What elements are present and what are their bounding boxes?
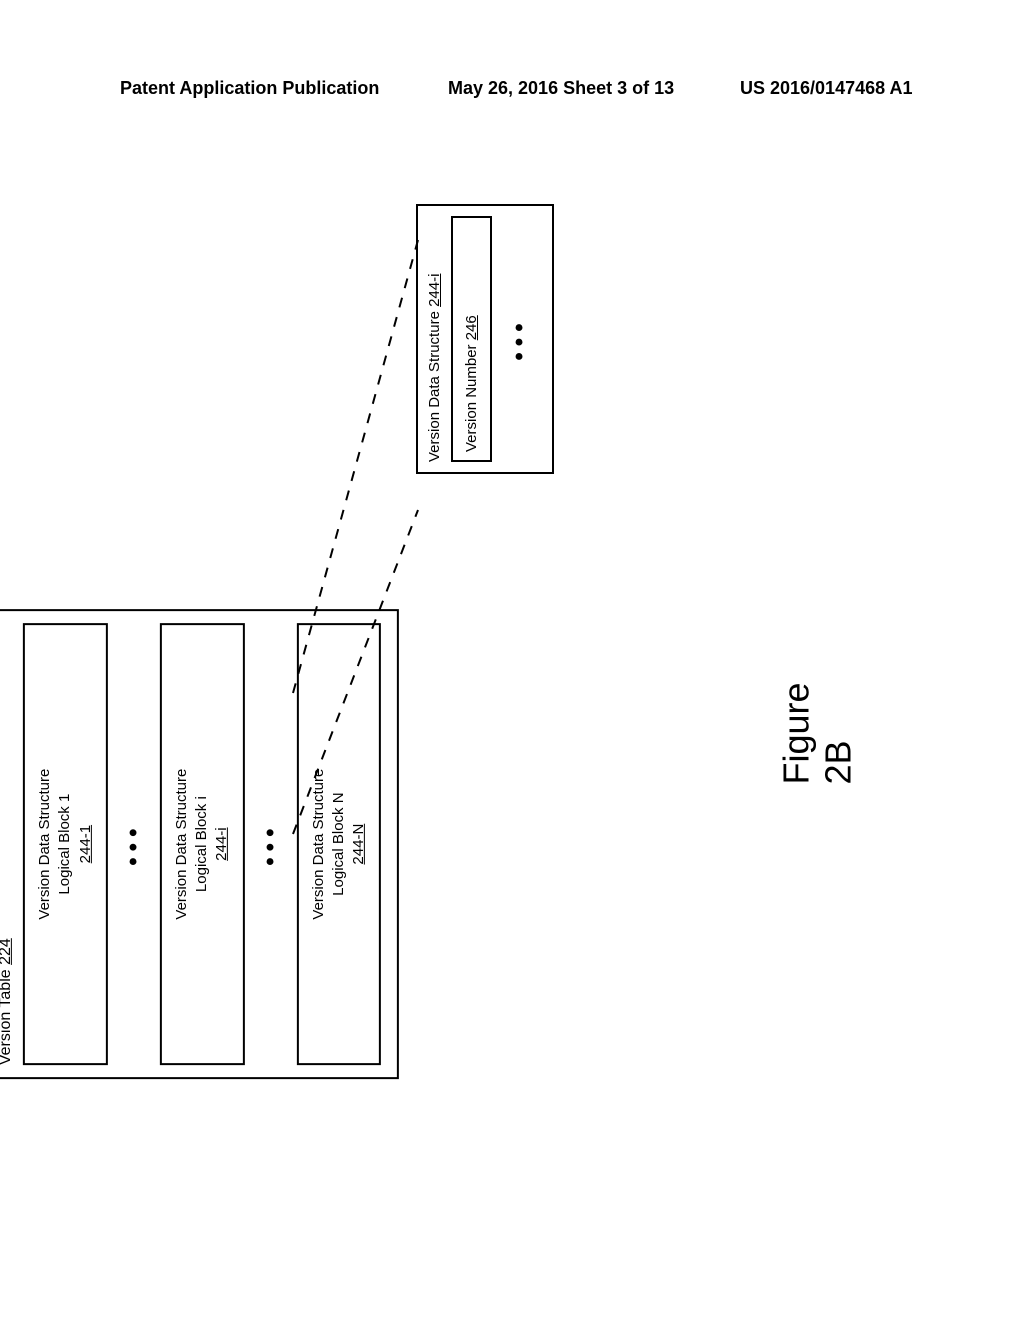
ellipsis-2: ••• bbox=[244, 623, 296, 1065]
header-right: US 2016/0147468 A1 bbox=[740, 78, 912, 99]
detail-title-ref: 244-i bbox=[426, 274, 443, 307]
detail-ellipsis: ••• bbox=[492, 216, 538, 462]
detail-title-label: Version Data Structure bbox=[426, 307, 443, 462]
version-data-structure-detail-box: Version Data Structure 244-i Version Num… bbox=[416, 204, 554, 474]
entryi-line2: Logical Block i bbox=[193, 796, 210, 892]
detail-title: Version Data Structure 244-i bbox=[426, 216, 443, 462]
version-table-title-ref: 224 bbox=[0, 938, 14, 965]
version-table-box: Version Table 224 Version Data Structure… bbox=[0, 609, 399, 1079]
version-table-entry-1: Version Data Structure Logical Block 1 2… bbox=[23, 623, 108, 1065]
entry1-line2: Logical Block 1 bbox=[56, 794, 73, 895]
figure-area: Version Table 224 Version Data Structure… bbox=[100, 210, 870, 1160]
version-table-entry-n: Version Data Structure Logical Block N 2… bbox=[296, 623, 381, 1065]
ellipsis-1: ••• bbox=[108, 623, 160, 1065]
figure-label: Figure 2B bbox=[776, 680, 860, 785]
header-center: May 26, 2016 Sheet 3 of 13 bbox=[448, 78, 674, 99]
entryn-line1: Version Data Structure bbox=[309, 769, 326, 920]
detail-field-label: Version Number bbox=[463, 340, 480, 452]
entryi-line1: Version Data Structure bbox=[173, 769, 190, 920]
detail-field-version-number: Version Number 246 bbox=[451, 216, 492, 462]
version-table-entry-i: Version Data Structure Logical Block i 2… bbox=[160, 623, 245, 1065]
detail-field-ref: 246 bbox=[463, 315, 480, 340]
entryn-ref: 244-N bbox=[350, 824, 367, 865]
header-left: Patent Application Publication bbox=[120, 78, 379, 99]
entry1-ref: 244-1 bbox=[76, 825, 93, 863]
version-table-title-label: Version Table bbox=[0, 965, 14, 1065]
entryn-line2: Logical Block N bbox=[330, 792, 347, 895]
entryi-ref: 244-i bbox=[213, 827, 230, 860]
version-table-title: Version Table 224 bbox=[0, 623, 15, 1065]
entry1-line1: Version Data Structure bbox=[36, 769, 53, 920]
